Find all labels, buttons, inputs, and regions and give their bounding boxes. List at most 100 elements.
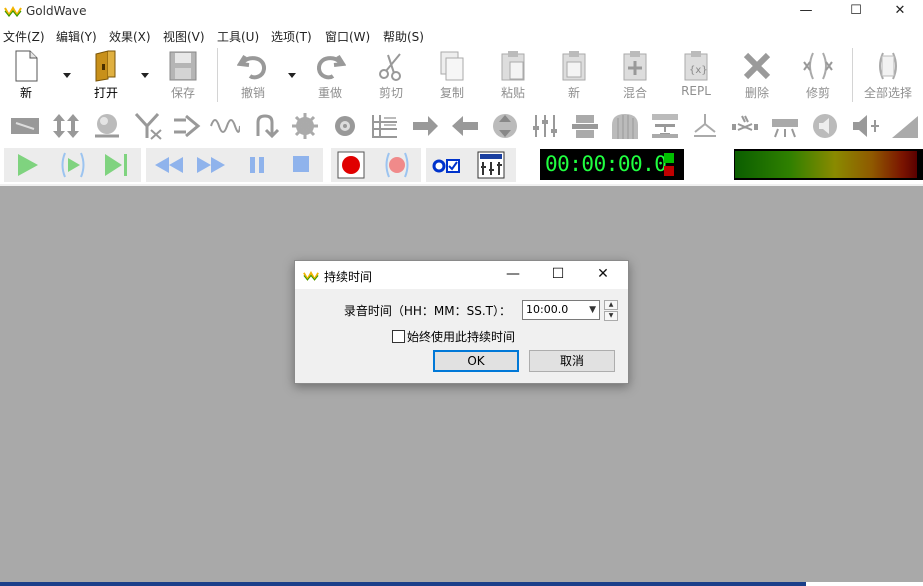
- open-dropdown-icon[interactable]: [140, 70, 150, 80]
- spin-up-icon[interactable]: ▲: [604, 300, 618, 310]
- cancel-button[interactable]: 取消: [529, 350, 615, 372]
- control-properties-icon[interactable]: [476, 151, 506, 179]
- arrow-merge-icon[interactable]: [172, 112, 202, 140]
- tunnel-icon[interactable]: [610, 112, 640, 140]
- resize-icon[interactable]: [51, 112, 81, 140]
- timer-display: 00:00:00.0: [540, 149, 684, 180]
- menu-help[interactable]: 帮助(S): [383, 28, 424, 45]
- trim-button[interactable]: 修剪: [790, 50, 846, 104]
- menu-effects[interactable]: 效果(X): [109, 28, 151, 45]
- new-button[interactable]: 新: [0, 50, 54, 104]
- undo-icon: [237, 54, 266, 80]
- delete-button[interactable]: 删除: [729, 50, 785, 104]
- select-all-button[interactable]: 全部选择: [859, 50, 917, 104]
- chevron-down-icon[interactable]: ▼: [589, 305, 596, 315]
- always-use-duration-checkbox[interactable]: [392, 330, 405, 343]
- mix-button[interactable]: 混合: [607, 50, 663, 104]
- dialog-minimize-button[interactable]: —: [491, 261, 535, 289]
- paste-new-button[interactable]: 新: [546, 50, 602, 104]
- menu-window[interactable]: 窗口(W): [325, 28, 370, 45]
- level-meter-bar: [735, 151, 917, 178]
- cut-button[interactable]: 剪切: [363, 50, 419, 104]
- seek-group: [146, 148, 323, 182]
- always-use-duration-label[interactable]: 始终使用此持续时间: [407, 328, 515, 345]
- goldwave-logo-icon: [303, 271, 319, 281]
- paste-label: 粘贴: [500, 86, 525, 100]
- dialog-maximize-button[interactable]: ☐: [536, 261, 580, 289]
- redo-button[interactable]: 重做: [302, 50, 358, 104]
- gear-icon[interactable]: [290, 112, 320, 140]
- play-selection-icon[interactable]: [58, 151, 88, 179]
- replace-icon: {x}: [684, 51, 708, 81]
- redo-icon: [317, 54, 346, 80]
- spark-icon[interactable]: [690, 112, 720, 140]
- replace-button[interactable]: {x} REPL: [668, 50, 724, 104]
- ramp-icon[interactable]: [890, 112, 920, 140]
- main-toolbar: 新 打开 保存 撤销 重做 剪切 复制 粘贴 新 混合 {x} REPL 删除 …: [0, 46, 923, 104]
- stop-icon[interactable]: [286, 151, 316, 179]
- gear-icon[interactable]: [330, 112, 360, 140]
- menu-tools[interactable]: 工具(U): [217, 28, 259, 45]
- reverse-arrow-icon[interactable]: [450, 112, 480, 140]
- spectrum-icon[interactable]: [370, 112, 400, 140]
- record-duration-value: 10:00.0: [526, 303, 569, 316]
- status-strip-end: [806, 582, 923, 586]
- menu-file[interactable]: 文件(Z): [3, 28, 45, 45]
- keyboard-icon[interactable]: [650, 112, 680, 140]
- play-icon[interactable]: [12, 151, 42, 179]
- replace-label: REPL: [681, 84, 711, 98]
- new-label: 新: [19, 86, 32, 100]
- rewind-icon[interactable]: [154, 151, 184, 179]
- close-button[interactable]: ✕: [877, 0, 923, 24]
- play-to-end-icon[interactable]: [102, 151, 132, 179]
- wave-icon[interactable]: [210, 112, 240, 140]
- undo-dropdown-icon[interactable]: [287, 70, 297, 80]
- menu-view[interactable]: 视图(V): [163, 28, 205, 45]
- delete-icon: [743, 52, 771, 80]
- flip-icon[interactable]: [250, 112, 280, 140]
- toolbar-separator: [852, 48, 853, 102]
- app-titlebar: GoldWave — ☐ ✕: [0, 0, 923, 24]
- record-options-icon[interactable]: [431, 151, 461, 179]
- trim-label: 修剪: [805, 86, 830, 100]
- crossfade-icon[interactable]: [133, 112, 163, 140]
- duration-spinner[interactable]: ▲ ▼: [604, 300, 618, 321]
- fade-icon[interactable]: [570, 112, 600, 140]
- volume-change-icon[interactable]: [850, 112, 880, 140]
- dialog-close-button[interactable]: ✕: [581, 261, 625, 289]
- noise-icon[interactable]: [730, 112, 760, 140]
- mix-icon: [623, 51, 647, 81]
- paste-button[interactable]: 粘贴: [485, 50, 541, 104]
- copy-button[interactable]: 复制: [424, 50, 480, 104]
- volume-icon[interactable]: [810, 112, 840, 140]
- doppler-icon[interactable]: [92, 112, 122, 140]
- delete-label: 删除: [744, 86, 769, 100]
- compress-icon[interactable]: [490, 112, 520, 140]
- equalizer-icon[interactable]: [530, 112, 560, 140]
- maximize-button[interactable]: ☐: [833, 0, 879, 24]
- record-duration-combo[interactable]: 10:00.0 ▼: [522, 300, 600, 320]
- record-selection-icon[interactable]: [382, 151, 412, 179]
- save-disk-icon: [169, 51, 197, 81]
- mechanical-icon[interactable]: [770, 112, 800, 140]
- pan-icon[interactable]: [410, 112, 440, 140]
- menu-options[interactable]: 选项(T): [271, 28, 312, 45]
- save-label: 保存: [170, 86, 195, 100]
- trim-icon: [803, 52, 833, 80]
- misc-group: [426, 148, 516, 182]
- new-dropdown-icon[interactable]: [62, 70, 72, 80]
- ok-button[interactable]: OK: [433, 350, 519, 372]
- record-icon[interactable]: [336, 151, 366, 179]
- app-title: GoldWave: [26, 4, 87, 18]
- duration-dialog: 持续时间 — ☐ ✕ 录音时间（HH：MM：SS.T）： 10:00.0 ▼ ▲…: [294, 260, 629, 384]
- pause-icon[interactable]: [242, 151, 272, 179]
- spin-down-icon[interactable]: ▼: [604, 311, 618, 321]
- mute-icon[interactable]: [10, 112, 40, 140]
- menu-edit[interactable]: 编辑(Y): [56, 28, 97, 45]
- fast-forward-icon[interactable]: [196, 151, 226, 179]
- open-button[interactable]: 打开: [78, 50, 134, 104]
- minimize-button[interactable]: —: [783, 0, 829, 24]
- undo-button[interactable]: 撤销: [225, 50, 281, 104]
- open-label: 打开: [93, 86, 118, 100]
- save-button[interactable]: 保存: [155, 50, 211, 104]
